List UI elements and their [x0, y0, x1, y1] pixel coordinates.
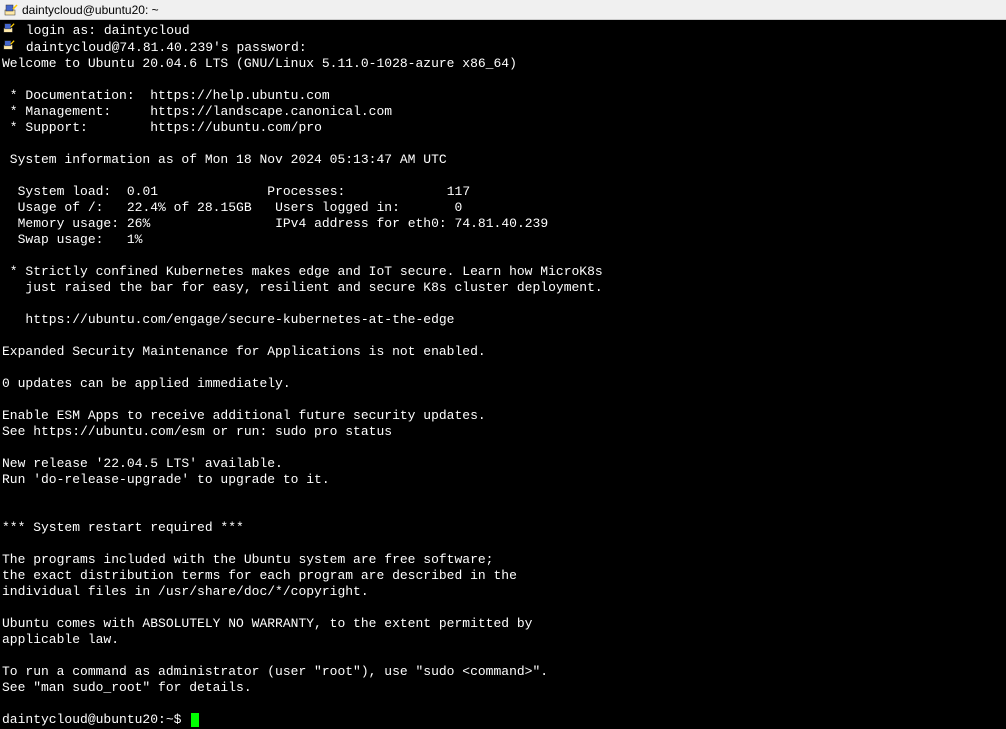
programs-line1: The programs included with the Ubuntu sy… [2, 552, 493, 567]
sys-load-value: 0.01 [127, 184, 158, 199]
usage-label: Usage of /: [18, 200, 104, 215]
doc-line: * Documentation: https://help.ubuntu.com [2, 88, 330, 103]
programs-line2: the exact distribution terms for each pr… [2, 568, 517, 583]
shell-prompt: daintycloud@ubuntu20:~$ [2, 712, 181, 727]
programs-line3: individual files in /usr/share/doc/*/cop… [2, 584, 369, 599]
window-titlebar: daintycloud@ubuntu20: ~ [0, 0, 1006, 20]
sudo-line1: To run a command as administrator (user … [2, 664, 548, 679]
putty-line-icon [2, 22, 16, 39]
putty-line-icon [2, 39, 16, 56]
password-prompt: daintycloud@74.81.40.239's password: [26, 40, 307, 55]
ipv4-label: IPv4 address for eth0: [275, 216, 447, 231]
mem-value: 26% [127, 216, 150, 231]
cursor[interactable] [191, 713, 199, 727]
welcome-line: Welcome to Ubuntu 20.04.6 LTS (GNU/Linux… [2, 56, 517, 71]
putty-icon [4, 3, 18, 17]
esm-enable-line1: Enable ESM Apps to receive additional fu… [2, 408, 486, 423]
window-title: daintycloud@ubuntu20: ~ [22, 3, 159, 17]
processes-label: Processes: [267, 184, 345, 199]
swap-value: 1% [127, 232, 143, 247]
k8s-line1: * Strictly confined Kubernetes makes edg… [2, 264, 603, 279]
new-release-line2: Run 'do-release-upgrade' to upgrade to i… [2, 472, 330, 487]
updates-line: 0 updates can be applied immediately. [2, 376, 291, 391]
sudo-line2: See "man sudo_root" for details. [2, 680, 252, 695]
warranty-line2: applicable law. [2, 632, 119, 647]
mgmt-line: * Management: https://landscape.canonica… [2, 104, 392, 119]
k8s-url: https://ubuntu.com/engage/secure-kuberne… [2, 312, 454, 327]
restart-line: *** System restart required *** [2, 520, 244, 535]
mem-label: Memory usage: [18, 216, 119, 231]
users-value: 0 [455, 200, 463, 215]
users-label: Users logged in: [275, 200, 400, 215]
new-release-line1: New release '22.04.5 LTS' available. [2, 456, 283, 471]
k8s-line2: just raised the bar for easy, resilient … [2, 280, 603, 295]
usage-value: 22.4% of 28.15GB [127, 200, 252, 215]
login-user: daintycloud [104, 23, 190, 38]
support-line: * Support: https://ubuntu.com/pro [2, 120, 322, 135]
sysinfo-header: System information as of Mon 18 Nov 2024… [2, 152, 447, 167]
terminal-area[interactable]: login as: daintycloud daintycloud@74.81.… [0, 20, 1006, 729]
sys-load-label: System load: [18, 184, 112, 199]
processes-value: 117 [447, 184, 470, 199]
esm-not-enabled: Expanded Security Maintenance for Applic… [2, 344, 486, 359]
warranty-line1: Ubuntu comes with ABSOLUTELY NO WARRANTY… [2, 616, 533, 631]
ipv4-value: 74.81.40.239 [455, 216, 549, 231]
esm-enable-line2: See https://ubuntu.com/esm or run: sudo … [2, 424, 392, 439]
login-as-label: login as: [26, 23, 96, 38]
swap-label: Swap usage: [18, 232, 104, 247]
